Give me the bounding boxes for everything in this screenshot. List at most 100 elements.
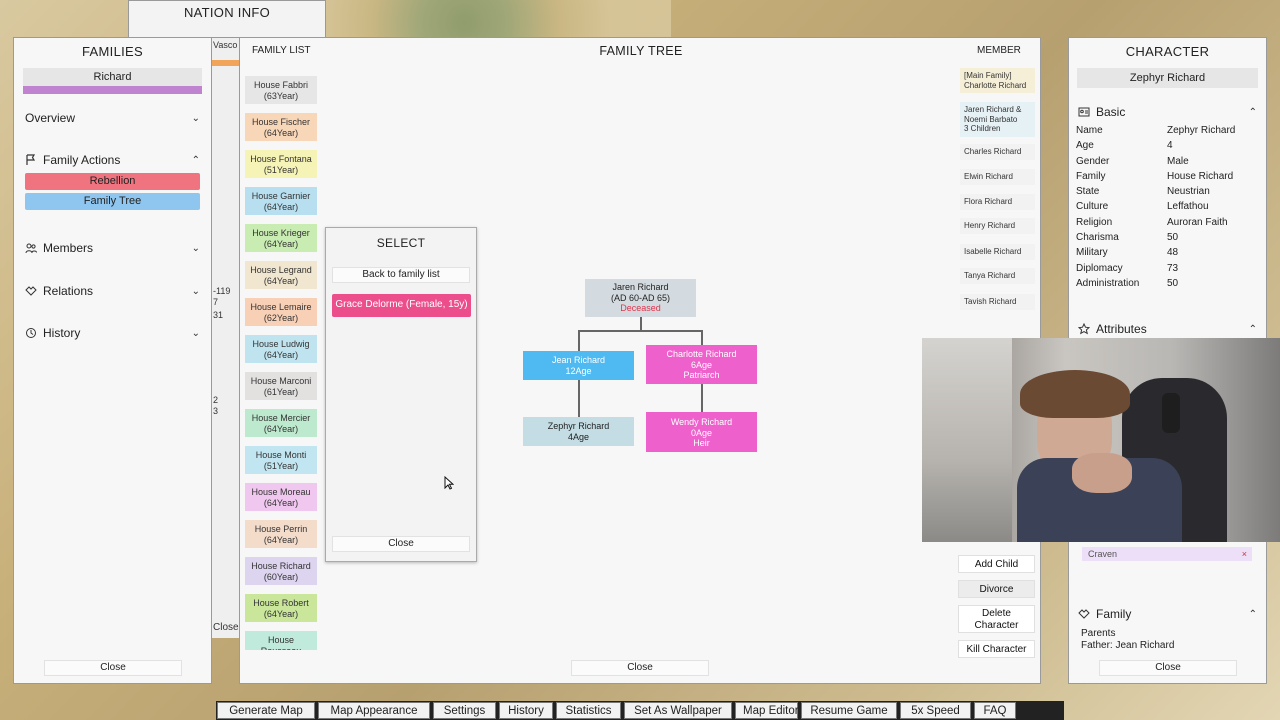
tree-connector bbox=[578, 380, 580, 417]
father-link[interactable]: Father: Jean Richard bbox=[1081, 640, 1174, 651]
member-text: Charlotte Richard bbox=[964, 80, 1027, 90]
character-field-row: Age 4 bbox=[1069, 140, 1266, 155]
member-item[interactable]: Charles Richard bbox=[960, 144, 1035, 160]
tree-node-jaren[interactable]: Jaren Richard (AD 60-AD 65) Deceased bbox=[585, 279, 696, 317]
family-tree-button[interactable]: Family Tree bbox=[25, 193, 200, 210]
tree-connector bbox=[701, 330, 703, 345]
divorce-button[interactable]: Divorce bbox=[958, 580, 1035, 598]
character-name-display[interactable]: Zephyr Richard bbox=[1077, 68, 1258, 88]
parents-label: Parents bbox=[1081, 628, 1116, 639]
node-role: Patriarch bbox=[683, 370, 720, 380]
rebellion-button[interactable]: Rebellion bbox=[25, 173, 200, 190]
member-item[interactable]: Isabelle Richard bbox=[960, 244, 1035, 260]
spouse-option-grace[interactable]: Grace Delorme (Female, 15y) bbox=[332, 294, 471, 317]
house-years: (61Year) bbox=[263, 386, 299, 397]
member-item[interactable]: Tanya Richard bbox=[960, 268, 1035, 284]
toolbar-button-map-appearance[interactable]: Map Appearance bbox=[318, 702, 430, 719]
relations-section-header[interactable]: Relations ⌄ bbox=[14, 281, 211, 301]
kill-character-button[interactable]: Kill Character bbox=[958, 640, 1035, 658]
field-key: Diplomacy bbox=[1076, 262, 1123, 274]
field-value: Neustrian bbox=[1167, 186, 1210, 198]
trait-craven[interactable]: Craven × bbox=[1082, 547, 1252, 561]
tree-node-wendy[interactable]: Wendy Richard 0Age Heir bbox=[646, 412, 757, 452]
tree-node-jean[interactable]: Jean Richard 12Age bbox=[523, 351, 634, 380]
house-name: House Fischer bbox=[251, 117, 311, 127]
tree-node-charlotte[interactable]: Charlotte Richard 6Age Patriarch bbox=[646, 345, 757, 384]
house-item[interactable]: House Ludwig (64Year) bbox=[245, 335, 317, 363]
family-section-header[interactable]: Family ⌃ bbox=[1069, 604, 1266, 624]
house-item[interactable]: HouseRousseau bbox=[245, 631, 317, 650]
world-map-background[interactable] bbox=[326, 0, 671, 38]
house-item[interactable]: House Fischer (64Year) bbox=[245, 113, 317, 141]
history-section-header[interactable]: History ⌄ bbox=[14, 323, 211, 343]
field-key: State bbox=[1076, 186, 1100, 198]
member-item[interactable]: Jaren Richard & Noemi Barbato 3 Children bbox=[960, 102, 1035, 137]
family-color-bar bbox=[23, 86, 202, 94]
select-close-button[interactable]: Close bbox=[332, 536, 470, 552]
house-item[interactable]: House Marconi (61Year) bbox=[245, 372, 317, 400]
house-item[interactable]: House Mercier (64Year) bbox=[245, 409, 317, 437]
member-text: Noemi Barbato bbox=[964, 114, 1018, 124]
tree-node-zephyr[interactable]: Zephyr Richard 4Age bbox=[523, 417, 634, 446]
toolbar-button-map-editor[interactable]: Map Editor bbox=[735, 702, 799, 719]
house-years: (64Year) bbox=[263, 201, 299, 212]
member-item[interactable]: [Main Family] Charlotte Richard bbox=[960, 68, 1035, 93]
member-text: Tavish Richard bbox=[964, 297, 1017, 306]
node-age: 6Age bbox=[690, 359, 713, 370]
tree-connector bbox=[578, 330, 580, 351]
remove-trait-icon[interactable]: × bbox=[1242, 547, 1247, 561]
field-value: 4 bbox=[1167, 140, 1173, 152]
character-close-button[interactable]: Close bbox=[1099, 660, 1237, 676]
house-item[interactable]: House Legrand (64Year) bbox=[245, 261, 317, 289]
history-label: History bbox=[43, 326, 81, 340]
family-actions-section-header[interactable]: Family Actions ⌃ bbox=[14, 150, 211, 170]
toolbar-button-statistics[interactable]: Statistics bbox=[556, 702, 621, 719]
house-item[interactable]: House Lemaire (62Year) bbox=[245, 298, 317, 326]
house-item[interactable]: House Krieger (64Year) bbox=[245, 224, 317, 252]
field-key: Family bbox=[1076, 170, 1106, 182]
member-item[interactable]: Flora Richard bbox=[960, 194, 1035, 210]
toolbar-button-resume-game[interactable]: Resume Game bbox=[801, 702, 897, 719]
member-item[interactable]: Tavish Richard bbox=[960, 294, 1035, 310]
families-close-button[interactable]: Close bbox=[44, 660, 182, 676]
toolbar-button-faq[interactable]: FAQ bbox=[974, 702, 1016, 719]
house-item[interactable]: House Fontana (51Year) bbox=[245, 150, 317, 178]
bg-text-num3: 31 bbox=[213, 310, 224, 320]
field-key: Military bbox=[1076, 247, 1108, 259]
toolbar-button-set-as-wallpaper[interactable]: Set As Wallpaper bbox=[624, 702, 732, 719]
field-key: Religion bbox=[1076, 216, 1113, 228]
house-item[interactable]: House Richard (60Year) bbox=[245, 557, 317, 585]
add-child-button[interactable]: Add Child bbox=[958, 555, 1035, 573]
house-item[interactable]: House Fabbri (63Year) bbox=[245, 76, 317, 104]
toolbar-button-history[interactable]: History bbox=[499, 702, 553, 719]
house-item[interactable]: House Robert (64Year) bbox=[245, 594, 317, 622]
member-item[interactable]: Henry Richard bbox=[960, 218, 1035, 234]
tree-close-button[interactable]: Close bbox=[571, 660, 709, 676]
house-item[interactable]: House Moreau (64Year) bbox=[245, 483, 317, 511]
field-value: Male bbox=[1167, 155, 1189, 167]
overview-label: Overview bbox=[25, 111, 76, 125]
character-field-row: Culture Leffathou bbox=[1069, 201, 1266, 216]
house-item[interactable]: House Perrin (64Year) bbox=[245, 520, 317, 548]
member-item[interactable]: Elwin Richard bbox=[960, 169, 1035, 185]
toolbar-button-generate-map[interactable]: Generate Map bbox=[217, 702, 315, 719]
overview-section-header[interactable]: Overview ⌄ bbox=[14, 108, 211, 128]
history-icon bbox=[26, 328, 36, 338]
delete-character-button[interactable]: Delete Character bbox=[958, 605, 1035, 633]
chevron-down-icon: ⌄ bbox=[191, 112, 200, 124]
toolbar-button-5x-speed[interactable]: 5x Speed bbox=[900, 702, 971, 719]
house-years: (64Year) bbox=[263, 608, 299, 619]
node-age: 0Age bbox=[690, 427, 713, 438]
house-years: (64Year) bbox=[263, 423, 299, 434]
basic-section-header[interactable]: Basic ⌃ bbox=[1069, 102, 1266, 122]
members-section-header[interactable]: Members ⌄ bbox=[14, 238, 211, 258]
toolbar-button-settings[interactable]: Settings bbox=[433, 702, 496, 719]
selected-family-name[interactable]: Richard bbox=[23, 68, 202, 86]
house-item[interactable]: House Garnier (64Year) bbox=[245, 187, 317, 215]
house-years: (64Year) bbox=[263, 497, 299, 508]
attributes-section-header[interactable]: Attributes ⌃ bbox=[1069, 319, 1266, 339]
mouse-cursor-icon bbox=[444, 476, 454, 490]
house-name: House Robert bbox=[253, 598, 309, 608]
back-to-family-list-button[interactable]: Back to family list bbox=[332, 267, 470, 283]
house-item[interactable]: House Monti (51Year) bbox=[245, 446, 317, 474]
